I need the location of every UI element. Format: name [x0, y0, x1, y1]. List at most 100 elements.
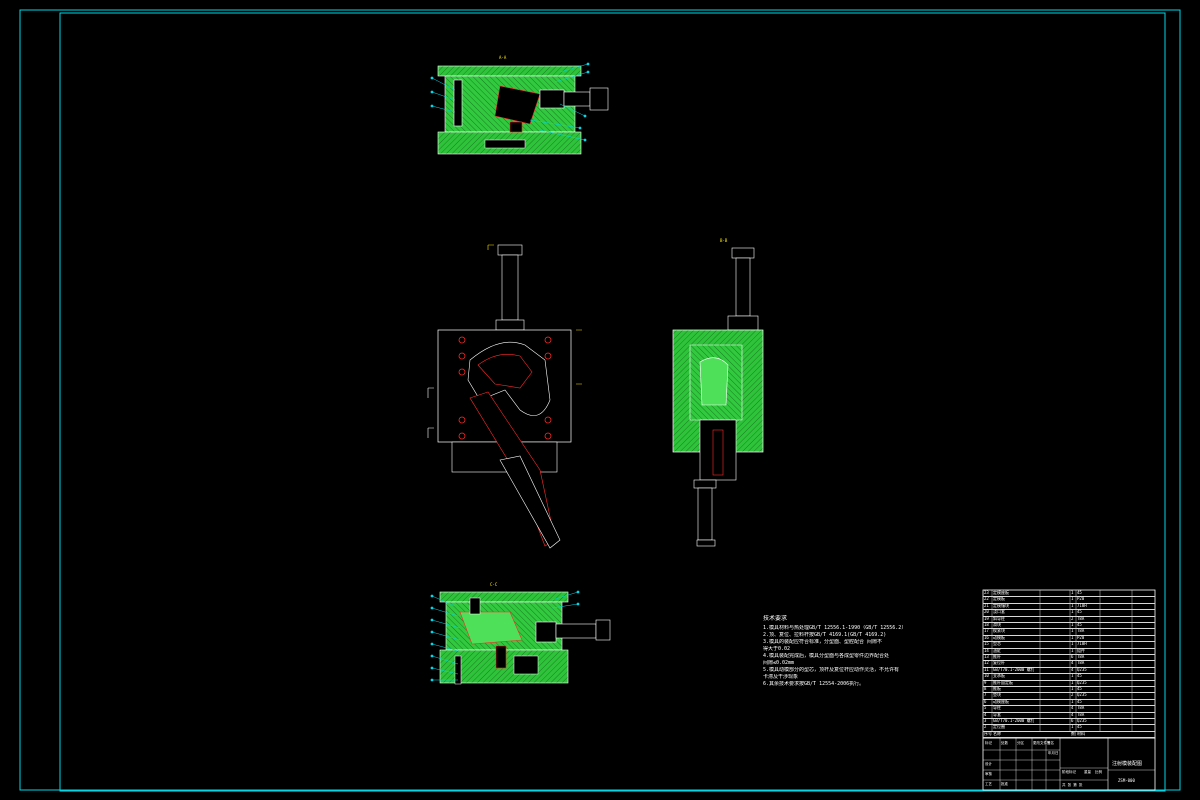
bom-cell-qty: 1	[1071, 673, 1074, 679]
title-block-label: 重量	[1084, 770, 1091, 774]
bom-cell-no: 7	[984, 692, 987, 698]
note-line: 卡滞及干涉现象	[763, 674, 799, 680]
note-line: 得大于0.02	[763, 646, 791, 652]
bom-cell-name: 定模板	[993, 596, 1005, 602]
bom-cell-name: 名称	[993, 730, 1001, 736]
bom-cell-qty: 6	[1071, 718, 1074, 723]
bom-cell-no: 15	[984, 641, 989, 647]
bom-cell-no: 13	[984, 654, 989, 659]
bom-cell-no: 6	[984, 698, 987, 704]
bom-cell-material: 45	[1077, 609, 1082, 615]
bom-cell-qty: 2	[1071, 692, 1074, 698]
title-block-label: 设计	[985, 762, 992, 766]
bottom-section-view	[430, 590, 611, 685]
bom-cell-material: 45	[1077, 622, 1082, 627]
bom-cell-name: 动模座板	[993, 698, 1009, 704]
bom-cell-no: 序号	[984, 730, 992, 736]
bom-cell-no: 20	[984, 609, 989, 615]
bom-cell-material: Q235	[1077, 692, 1087, 698]
note-line: 2.顶、复位、拉料杆按GB/T 4169.1(GB/T 4169.2)	[763, 632, 887, 638]
bom-cell-material: Q235	[1077, 666, 1087, 672]
bom-cell-no: 19	[984, 615, 989, 621]
title-block-label: 审核	[985, 772, 992, 776]
title-block-label: 批准	[1001, 782, 1008, 786]
bom-cell-material: 45	[1077, 724, 1082, 730]
view-label-side: B-B	[720, 238, 728, 243]
view-label-bottom: C-C	[490, 582, 498, 587]
bom-cell-material: 45	[1077, 698, 1082, 704]
bom-cell-qty: 4	[1071, 711, 1074, 717]
bom-cell-qty: 4	[1071, 666, 1074, 672]
bom-cell-no: 2	[984, 724, 987, 730]
bom-cell-material: P20	[1077, 596, 1085, 602]
bom-cell-material: 45	[1077, 590, 1082, 595]
bom-cell-no: 8	[984, 686, 987, 691]
bom-cell-name: 动模板	[993, 634, 1005, 640]
bom-cell-qty: 1	[1071, 602, 1074, 608]
note-line: 5.模具动模部分的型芯，顶杆及复位杆应动作灵活，不允许有	[763, 667, 900, 673]
bom-cell-no: 9	[984, 679, 987, 685]
bom-row: 序号名称 数量材料	[983, 730, 1155, 739]
bom-cell-qty: 1	[1071, 641, 1074, 647]
drawing-number: ZSM-000	[1118, 778, 1135, 783]
bom-cell-no: 5	[984, 705, 987, 711]
bom-cell-name: 垫块	[993, 692, 1001, 698]
bom-cell-qty: 1	[1071, 647, 1074, 653]
view-label-top: A-A	[499, 55, 507, 60]
note-line: 间隙≤0.02mm	[763, 660, 795, 666]
bom-cell-qty: 数量	[1071, 730, 1076, 736]
bom-cell-qty: 4	[1071, 660, 1074, 666]
bom-cell-no: 22	[984, 596, 989, 602]
plan-view	[427, 244, 582, 549]
bom-cell-no: 3	[984, 718, 987, 723]
bom-cell-material: 718H	[1077, 602, 1087, 608]
bom-cell-material: T8A	[1077, 711, 1085, 717]
bom-cell-material: T8A	[1077, 628, 1085, 634]
bom-cell-qty: 1	[1071, 686, 1074, 691]
bom-cell-material: 材料	[1077, 730, 1085, 736]
bom-cell-qty: 1	[1071, 634, 1074, 640]
bom-cell-name: 楔紧块	[993, 628, 1005, 634]
bom-cell-name: GB/T70.1-2000 螺钉	[993, 666, 1035, 672]
title-block-label: 签名	[1047, 741, 1054, 745]
title-block-label: 阶段标记	[1062, 770, 1076, 774]
drawing-title: 注射模装配图	[1112, 761, 1143, 767]
bom-cell-name: 油缸	[993, 647, 1001, 653]
bom-cell-name: 滑块	[993, 622, 1001, 627]
bom-cell-no: 16	[984, 634, 989, 640]
bom-cell-no: 21	[984, 602, 989, 608]
note-line: 3.模具的装配应符合标准，分型面、型腔配合 间隙不	[763, 639, 883, 645]
title-block-label: 年月日	[1048, 751, 1059, 755]
top-section-view	[430, 62, 609, 155]
bom-cell-qty: 1	[1071, 724, 1074, 730]
bom-cell-name: 导柱	[993, 705, 1001, 711]
bom-cell-material: Q235	[1077, 679, 1087, 685]
title-block-label: 比例	[1095, 770, 1102, 774]
bom-cell-qty: 1	[1071, 698, 1074, 704]
note-line: 1.模具材料与热处理GB/T 12556.1-1990（GB/T 12556.2…	[763, 625, 907, 631]
bom-cell-name: 定模镶块	[993, 602, 1009, 608]
bom-cell-qty: 1	[1071, 679, 1074, 685]
bom-cell-no: 14	[984, 647, 989, 653]
bom-cell-material: 组件	[1077, 647, 1085, 653]
technical-notes: 技术要求 1.模具材料与热处理GB/T 12556.1-1990（GB/T 12…	[763, 615, 963, 688]
bom-cell-qty: 1	[1071, 596, 1074, 602]
bom-cell-material: T8A	[1077, 615, 1085, 621]
bom-cell-material: 45	[1077, 673, 1082, 679]
bom-cell-no: 18	[984, 622, 989, 627]
bom-cell-name: 定模座板	[993, 590, 1009, 595]
bom-cell-qty: 1	[1071, 590, 1074, 595]
title-block-label: 共 张 第 张	[1062, 783, 1083, 787]
note-line: 4.模具装配完成后，模具分型面与各成型零件边界配合处	[763, 653, 890, 659]
bom-cell-name: 复位杆	[993, 660, 1005, 666]
bom-cell-name: 推杆	[993, 654, 1001, 659]
bom-cell-name: GB/T70.1-2000 螺钉	[993, 718, 1035, 723]
bom-cell-name: 推板	[993, 686, 1001, 691]
bom-cell-no: 23	[984, 590, 989, 595]
bom-cell-name: 推杆固定板	[993, 679, 1013, 685]
bom-cell-material: 718H	[1077, 641, 1087, 647]
title-block-label: 处数	[1001, 741, 1008, 745]
bom-cell-qty: 6	[1071, 654, 1074, 659]
bom-cell-material: P20	[1077, 634, 1085, 640]
bom-cell-name: 斜导柱	[993, 615, 1005, 621]
